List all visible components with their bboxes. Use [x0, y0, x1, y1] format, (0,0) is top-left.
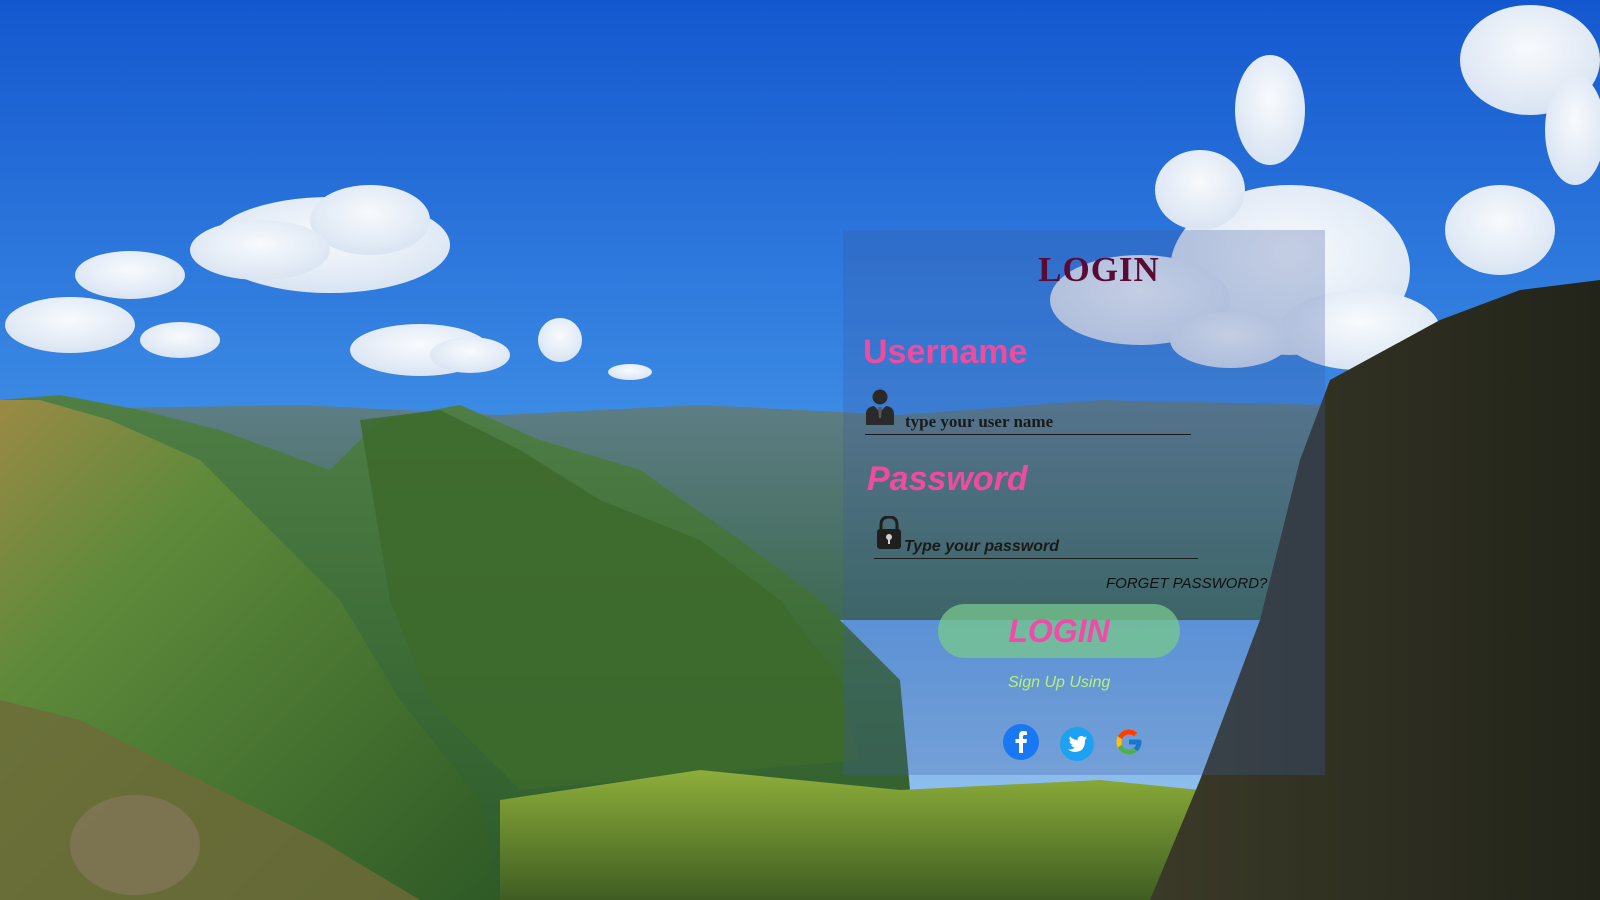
- twitter-icon: [1060, 727, 1094, 761]
- google-icon: [1111, 724, 1147, 760]
- login-panel: LOGIN Username Password FORGET PASSWORD?…: [843, 230, 1325, 775]
- username-label: Username: [863, 333, 1028, 371]
- forgot-password-link[interactable]: FORGET PASSWORD?: [1106, 575, 1267, 592]
- username-input[interactable]: [905, 412, 1185, 432]
- password-input[interactable]: [904, 538, 1184, 556]
- password-field-wrapper: [874, 515, 1198, 559]
- landscape-illustration: [0, 0, 1600, 900]
- facebook-button[interactable]: [1003, 724, 1039, 760]
- lock-icon: [876, 515, 902, 555]
- facebook-icon: [1003, 724, 1039, 760]
- user-icon: [865, 388, 895, 431]
- google-button[interactable]: [1111, 724, 1147, 760]
- twitter-button[interactable]: [1060, 727, 1094, 761]
- signup-label: Sign Up Using: [1008, 674, 1111, 691]
- login-button[interactable]: LOGIN: [938, 604, 1180, 658]
- background-landscape: [0, 0, 1600, 900]
- login-title: LOGIN: [1038, 250, 1160, 289]
- username-field-wrapper: [865, 389, 1191, 435]
- password-label: Password: [867, 460, 1028, 498]
